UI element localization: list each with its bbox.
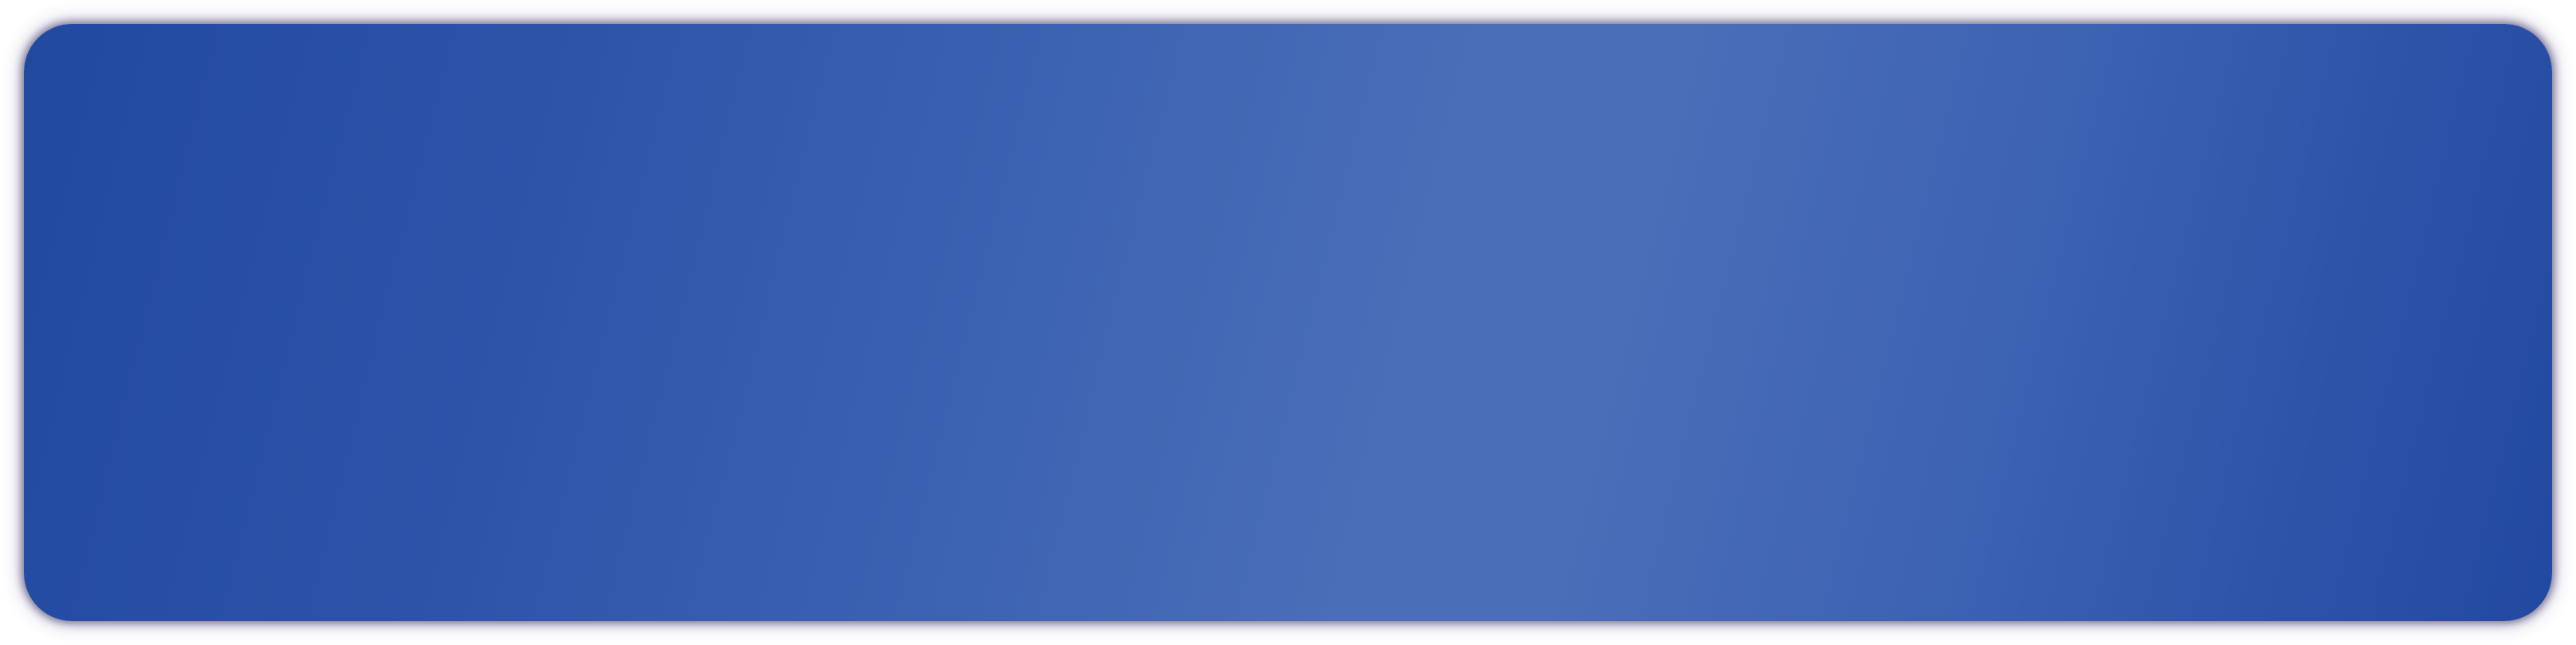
canvas (0, 0, 2576, 645)
gradient-banner-panel (24, 24, 2552, 621)
